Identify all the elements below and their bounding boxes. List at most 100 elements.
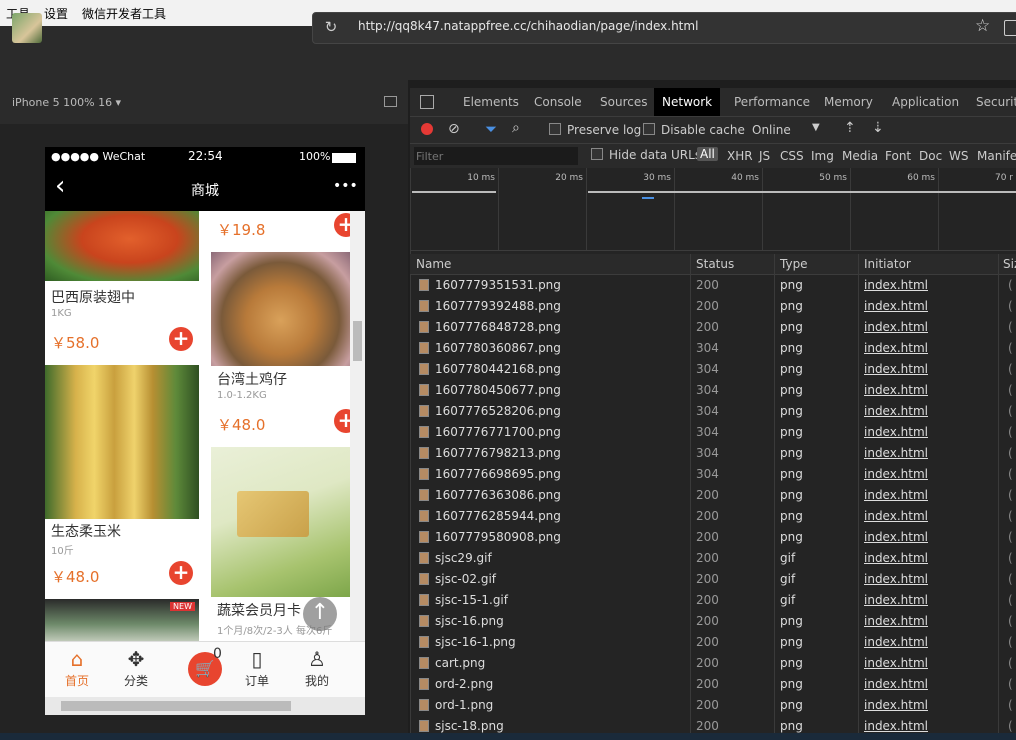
request-row[interactable]: 1607779351531.png 200 png index.html ( [410, 275, 1016, 296]
request-initiator-link[interactable]: index.html [864, 404, 928, 418]
request-row[interactable]: 1607776771700.png 304 png index.html ( [410, 422, 1016, 443]
request-initiator-link[interactable]: index.html [864, 320, 928, 334]
request-row[interactable]: cart.png 200 png index.html ( [410, 653, 1016, 674]
request-initiator-link[interactable]: index.html [864, 572, 928, 586]
request-row[interactable]: sjsc-02.gif 200 gif index.html ( [410, 569, 1016, 590]
more-icon[interactable]: ••• [333, 178, 358, 194]
tab-console[interactable]: Console [526, 88, 590, 116]
url-text[interactable]: http://qq8k47.natappfree.cc/chihaodian/p… [358, 19, 698, 33]
filter-icon[interactable]: ⏷ [485, 120, 497, 138]
filter-type-css[interactable]: CSS [780, 149, 804, 163]
add-to-cart-icon[interactable]: + [169, 561, 193, 585]
menu-settings[interactable]: 设置 [44, 5, 68, 22]
request-initiator-link[interactable]: index.html [864, 488, 928, 502]
request-initiator-link[interactable]: index.html [864, 677, 928, 691]
product-card[interactable]: 蔬菜会员月卡 1个月/8次/2-3人 每次6斤 ↑ [211, 447, 350, 641]
request-initiator-link[interactable]: index.html [864, 614, 928, 628]
request-initiator-link[interactable]: index.html [864, 719, 928, 733]
tab-network[interactable]: Network [654, 88, 721, 116]
request-initiator-link[interactable]: index.html [864, 446, 928, 460]
horizontal-scrollbar[interactable] [45, 697, 365, 715]
tab-category[interactable]: ✥ 分类 [104, 642, 168, 698]
request-initiator-link[interactable]: index.html [864, 299, 928, 313]
tab-home[interactable]: ⌂ 首页 [45, 642, 109, 698]
tab-orders[interactable]: ▯ 订单 [225, 642, 289, 698]
col-name[interactable]: Name [416, 257, 451, 271]
request-initiator-link[interactable]: index.html [864, 509, 928, 523]
back-icon[interactable]: ‹ [55, 171, 65, 201]
request-initiator-link[interactable]: index.html [864, 656, 928, 670]
request-row[interactable]: 1607779392488.png 200 png index.html ( [410, 296, 1016, 317]
request-row[interactable]: 1607779580908.png 200 png index.html ( [410, 527, 1016, 548]
request-initiator-link[interactable]: index.html [864, 362, 928, 376]
request-initiator-link[interactable]: index.html [864, 425, 928, 439]
network-timeline[interactable]: 10 ms 20 ms 30 ms 40 ms 50 ms 60 ms 70 r [410, 168, 1016, 251]
reload-icon[interactable]: ↻ [322, 18, 340, 36]
filter-input[interactable] [414, 147, 578, 165]
filter-type-all[interactable]: All [697, 147, 718, 161]
request-initiator-link[interactable]: index.html [864, 530, 928, 544]
request-row[interactable]: 1607776363086.png 200 png index.html ( [410, 485, 1016, 506]
request-row[interactable]: 1607780450677.png 304 png index.html ( [410, 380, 1016, 401]
request-initiator-link[interactable]: index.html [864, 341, 928, 355]
product-card[interactable]: ￥19.8 + [211, 211, 358, 241]
tab-performance[interactable]: Performance [726, 88, 818, 116]
tab-sources[interactable]: Sources [592, 88, 655, 116]
request-row[interactable]: 1607776698695.png 304 png index.html ( [410, 464, 1016, 485]
rotate-icon[interactable] [384, 96, 397, 107]
product-card[interactable]: 台湾土鸡仔 1.0-1.2KG ￥48.0 + [211, 252, 358, 438]
filter-type-xhr[interactable]: XHR [727, 149, 753, 163]
col-size[interactable]: Siz [1003, 257, 1016, 271]
request-row[interactable]: 1607776798213.png 304 png index.html ( [410, 443, 1016, 464]
tab-application[interactable]: Application [884, 88, 967, 116]
request-row[interactable]: 1607776285944.png 200 png index.html ( [410, 506, 1016, 527]
product-card[interactable]: 巴西原装翅中 1KG ￥58.0 + [45, 211, 199, 359]
disable-cache-checkbox[interactable]: Disable cache [643, 123, 745, 137]
product-card[interactable]: 生态柔玉米 10斤 ￥48.0 + [45, 365, 199, 593]
back-to-top-icon[interactable]: ↑ [303, 597, 337, 631]
star-icon[interactable]: ☆ [975, 16, 995, 36]
menu-devtools[interactable]: 微信开发者工具 [82, 5, 166, 22]
download-icon[interactable]: ⇣ [872, 120, 884, 136]
device-selector[interactable]: iPhone 5 100% 16 ▾ [12, 96, 121, 109]
col-type[interactable]: Type [780, 257, 808, 271]
upload-icon[interactable]: ⇡ [844, 120, 856, 136]
tab-elements[interactable]: Elements [455, 88, 527, 116]
add-to-cart-icon[interactable]: + [169, 327, 193, 351]
filter-type-img[interactable]: Img [811, 149, 834, 163]
filter-type-media[interactable]: Media [842, 149, 878, 163]
request-initiator-link[interactable]: index.html [864, 383, 928, 397]
request-row[interactable]: 1607780442168.png 304 png index.html ( [410, 359, 1016, 380]
inspect-icon[interactable] [420, 95, 434, 109]
tab-memory[interactable]: Memory [816, 88, 881, 116]
request-row[interactable]: ord-2.png 200 png index.html ( [410, 674, 1016, 695]
scroll-thumb[interactable] [61, 701, 291, 711]
filter-type-ws[interactable]: WS [949, 149, 968, 163]
record-icon[interactable] [421, 123, 433, 135]
app-avatar-icon[interactable] [12, 13, 42, 43]
request-initiator-link[interactable]: index.html [864, 278, 928, 292]
request-row[interactable]: 1607780360867.png 304 png index.html ( [410, 338, 1016, 359]
request-initiator-link[interactable]: index.html [864, 593, 928, 607]
preserve-log-checkbox[interactable]: Preserve log [549, 123, 641, 137]
tab-security[interactable]: Security [968, 88, 1016, 116]
chevron-down-icon[interactable]: ▼ [812, 122, 820, 133]
request-initiator-link[interactable]: index.html [864, 698, 928, 712]
request-row[interactable]: 1607776528206.png 304 png index.html ( [410, 401, 1016, 422]
extension-icon[interactable] [1004, 20, 1016, 36]
request-row[interactable]: sjsc29.gif 200 gif index.html ( [410, 548, 1016, 569]
request-row[interactable]: sjsc-16.png 200 png index.html ( [410, 611, 1016, 632]
tab-mine[interactable]: ♙ 我的 [285, 642, 349, 698]
filter-type-doc[interactable]: Doc [919, 149, 942, 163]
request-initiator-link[interactable]: index.html [864, 551, 928, 565]
scroll-thumb[interactable] [353, 321, 362, 361]
filter-type-font[interactable]: Font [885, 149, 911, 163]
clear-icon[interactable]: ⊘ [448, 121, 460, 137]
hide-data-urls-checkbox[interactable]: Hide data URLs [591, 148, 701, 162]
request-row[interactable]: sjsc-15-1.gif 200 gif index.html ( [410, 590, 1016, 611]
col-status[interactable]: Status [696, 257, 734, 271]
filter-type-manifest[interactable]: Manifes [977, 149, 1016, 163]
search-icon[interactable]: ⌕ [512, 120, 520, 136]
request-initiator-link[interactable]: index.html [864, 635, 928, 649]
throttle-select[interactable]: Online [752, 123, 791, 137]
